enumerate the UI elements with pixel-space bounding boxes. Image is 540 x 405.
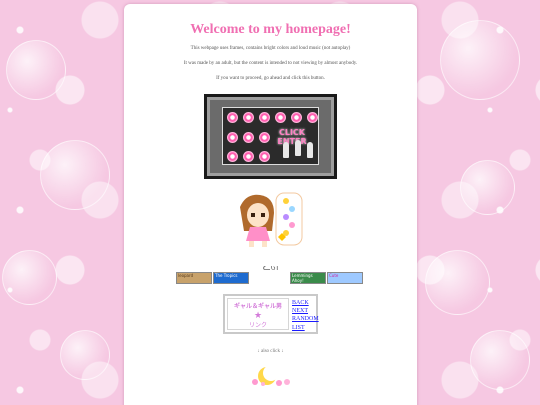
star-icon: ★: [253, 310, 263, 320]
flower-icon: [227, 112, 238, 123]
background-bubble: [60, 330, 110, 380]
next-link[interactable]: NEXT: [292, 307, 319, 315]
cute-banner-button[interactable]: Cute: [327, 272, 363, 284]
background-bubble: [425, 250, 490, 315]
notice-frames: This webpage uses frames, contains brigh…: [190, 46, 351, 51]
notice-proceed: If you want to proceed, go ahead and cli…: [216, 76, 325, 81]
flower-icon: [259, 112, 270, 123]
flower-icon: [227, 132, 238, 143]
back-link[interactable]: BACK: [292, 299, 319, 307]
flower-icon: [291, 112, 302, 123]
notice-content: It was made by an adult, but the content…: [183, 61, 358, 66]
link-ring-title: ギャル＆ギャル男: [233, 303, 282, 310]
flower-icon: [275, 112, 286, 123]
cat-icon: ᓚᘏ: [262, 266, 279, 273]
background-bubble: [6, 40, 66, 100]
lemmings-banner-button[interactable]: Lemmings Ahoy!: [290, 272, 326, 284]
leopard-banner-button[interactable]: leopard: [176, 272, 212, 284]
link-ring-subtitle: リンク: [248, 322, 267, 329]
tropics-banner-button[interactable]: The Tropics: [213, 272, 249, 284]
content-panel: Welcome to my homepage! This webpage use…: [124, 4, 417, 405]
banner-label: Lemmings Ahoy!: [292, 273, 313, 283]
random-link[interactable]: RANDOM: [292, 315, 319, 323]
flower-icon: [227, 151, 238, 162]
background-bubble: [440, 20, 520, 100]
cat-banner-button[interactable]: ᓚᘏ: [255, 266, 285, 283]
link-ring-image[interactable]: ギャル＆ギャル男 ★ リンク: [227, 298, 289, 330]
banner-label: The Tropics: [215, 273, 238, 278]
link-ring-box: ギャル＆ギャル男 ★ リンク BACK NEXT RANDOM LIST: [223, 294, 319, 334]
link-ring-nav: BACK NEXT RANDOM LIST: [292, 299, 319, 332]
person-silhouette-icon: [283, 142, 289, 158]
page-title: Welcome to my homepage!: [190, 22, 351, 37]
enter-button[interactable]: CLICK ENTER: [204, 94, 337, 179]
list-link[interactable]: LIST: [292, 324, 319, 332]
flower-icon: [259, 151, 270, 162]
banner-label: leopard: [178, 273, 194, 278]
banner-buttons-row: leopard The Tropics ᓚᘏ Lemmings Ahoy! Cu…: [176, 266, 366, 286]
pixel-girl-character-icon: [240, 192, 303, 247]
background-bubble: [470, 330, 530, 390]
person-silhouette-icon: [307, 142, 313, 158]
flower-icon: [243, 112, 254, 123]
flower-icon: [243, 151, 254, 162]
background-bubble: [460, 160, 515, 215]
person-silhouette-icon: [295, 140, 301, 156]
banner-label: Cute: [329, 273, 339, 278]
background-bubble: [2, 250, 57, 305]
background-bubble: [40, 140, 110, 210]
flower-icon: [307, 112, 318, 123]
enter-button-image: CLICK ENTER: [222, 107, 319, 165]
also-click-label: ↓ also click ↓: [257, 349, 284, 354]
flower-icon: [243, 132, 254, 143]
moon-flower-button-icon[interactable]: [249, 364, 295, 388]
